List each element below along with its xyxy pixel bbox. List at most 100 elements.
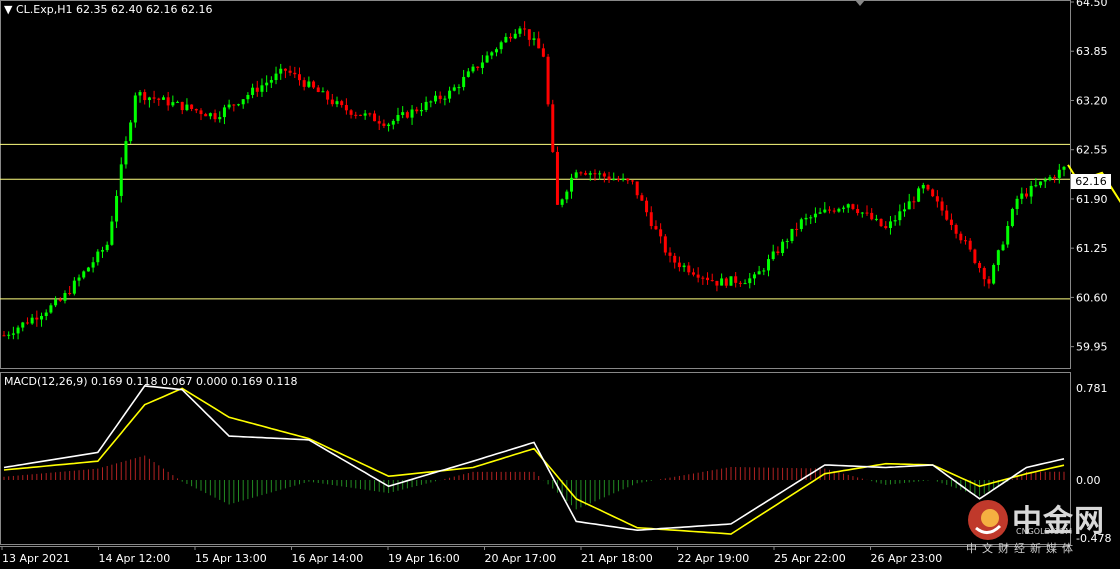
candle-body xyxy=(143,92,147,101)
candle-body xyxy=(593,173,597,175)
candle-body xyxy=(856,208,860,214)
candle-body xyxy=(302,80,306,87)
candle-body xyxy=(110,221,114,245)
macd-signal-line xyxy=(3,387,1065,535)
candle-body xyxy=(476,66,480,68)
candle-body xyxy=(949,219,953,225)
candle-body xyxy=(663,236,667,253)
candle-body xyxy=(560,199,564,205)
candle-body xyxy=(54,299,58,306)
candle-body xyxy=(959,233,963,241)
candle-body xyxy=(1039,181,1043,186)
candle-body xyxy=(978,262,982,269)
macd-header: MACD(12,26,9) 0.169 0.118 0.067 0.000 0.… xyxy=(4,375,298,388)
price-panel-frame xyxy=(0,0,1071,369)
candle-body xyxy=(30,317,34,324)
candle-body xyxy=(804,217,808,220)
candle-body xyxy=(607,176,611,180)
candle-body xyxy=(968,240,972,250)
candle-body xyxy=(551,104,555,152)
candle-body xyxy=(58,299,62,301)
scroll-marker-icon xyxy=(855,0,865,6)
candle-body xyxy=(457,87,461,89)
candle-body xyxy=(213,113,217,120)
candle-body xyxy=(166,97,170,106)
candle-body xyxy=(105,244,109,251)
candle-body xyxy=(518,28,522,34)
candle-body xyxy=(720,278,724,286)
candle-body xyxy=(330,99,334,105)
price-tick-label: 63.85 xyxy=(1076,45,1108,58)
candle-body xyxy=(377,121,381,124)
candle-body xyxy=(1048,177,1052,181)
candle-body xyxy=(171,102,175,106)
candle-body xyxy=(1029,185,1033,197)
candle-body xyxy=(124,141,128,165)
candle-body xyxy=(462,76,466,88)
price-tick-label: 62.55 xyxy=(1076,144,1108,157)
candle-body xyxy=(509,36,513,39)
candle-body xyxy=(91,262,95,268)
candle-body xyxy=(888,221,892,228)
candle-body xyxy=(391,120,395,125)
candle-body xyxy=(312,81,316,88)
candle-body xyxy=(1024,193,1028,197)
candle-body xyxy=(795,228,799,230)
candle-body xyxy=(490,52,494,56)
candle-body xyxy=(527,29,531,40)
candle-body xyxy=(827,209,831,211)
candle-body xyxy=(823,209,827,213)
candle-body xyxy=(781,241,785,254)
candle-body xyxy=(185,104,189,111)
candle-body xyxy=(237,104,241,106)
candle-body xyxy=(813,213,817,218)
macd-tick-label: 0.00 xyxy=(1076,474,1101,487)
candle-body xyxy=(11,333,15,335)
candle-body xyxy=(429,101,433,103)
candle-body xyxy=(771,251,775,260)
candle-body xyxy=(706,277,710,281)
candle-body xyxy=(579,172,583,174)
candle-body xyxy=(809,217,813,219)
candle-body xyxy=(640,195,644,201)
candle-body xyxy=(194,108,198,111)
candle-body xyxy=(349,110,353,115)
candle-body xyxy=(785,240,789,242)
price-tick-label: 64.50 xyxy=(1076,0,1108,9)
time-tick-label: 26 Apr 23:00 xyxy=(871,552,943,565)
candle-body xyxy=(363,113,367,116)
candle-body xyxy=(354,114,358,116)
candle-body xyxy=(973,249,977,263)
candle-body xyxy=(1015,198,1019,209)
candle-body xyxy=(504,36,508,43)
candle-body xyxy=(96,251,100,263)
current-price-box: 62.16 xyxy=(1071,174,1111,189)
candle-body xyxy=(387,124,391,126)
candle-body xyxy=(288,70,292,73)
candle-body xyxy=(410,109,414,118)
candle-body xyxy=(373,113,377,122)
candle-body xyxy=(762,270,766,272)
candle-body xyxy=(846,204,850,208)
watermark-site: CNGOLD.COM xyxy=(1016,527,1073,536)
candle-body xyxy=(860,212,864,214)
candle-body xyxy=(1034,185,1038,187)
candle-body xyxy=(25,322,29,324)
candle-body xyxy=(241,99,245,105)
candle-body xyxy=(152,97,156,99)
candle-body xyxy=(940,201,944,211)
candle-body xyxy=(673,255,677,263)
candle-body xyxy=(1001,244,1005,251)
candle-body xyxy=(884,226,888,228)
candle-body xyxy=(541,48,545,57)
candle-body xyxy=(283,68,287,71)
candle-body xyxy=(44,312,48,317)
collapse-triangle-icon[interactable]: ▼ xyxy=(4,3,12,16)
candle-body xyxy=(626,178,630,181)
candle-body xyxy=(208,113,212,117)
candle-body xyxy=(537,38,541,49)
candle-body xyxy=(1010,208,1014,226)
candle-body xyxy=(931,189,935,197)
candle-body xyxy=(696,274,700,278)
candle-body xyxy=(630,180,634,182)
